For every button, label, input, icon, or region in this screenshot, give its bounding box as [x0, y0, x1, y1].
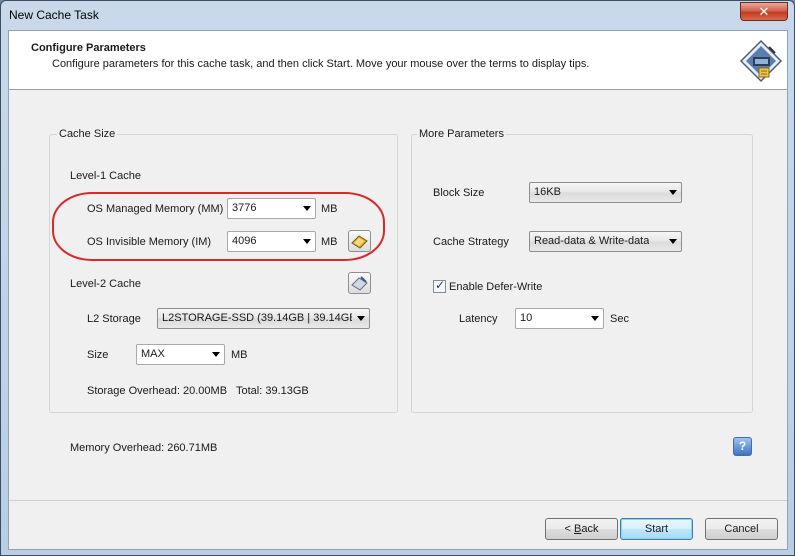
enable-defer-write-label[interactable]: Enable Defer-Write — [449, 281, 542, 293]
storage-settings-icon — [351, 276, 368, 291]
back-button-rest: ack — [581, 523, 599, 535]
size-label: Size — [87, 349, 109, 361]
dialog-client: Configure Parameters Configure parameter… — [8, 30, 788, 550]
footer-divider — [9, 500, 787, 501]
page-title: Configure Parameters — [31, 42, 146, 54]
back-button[interactable]: < Back — [545, 518, 618, 540]
size-value: MAX — [141, 348, 165, 360]
header-panel: Configure Parameters Configure parameter… — [9, 31, 787, 90]
level2-cache-label: Level-2 Cache — [70, 278, 141, 290]
chevron-down-icon — [669, 239, 677, 244]
window-title: New Cache Task — [9, 8, 99, 22]
title-bar: New Cache Task ✕ — [1, 1, 794, 31]
close-button[interactable]: ✕ — [740, 2, 788, 21]
cache-size-group-label: Cache Size — [57, 128, 118, 140]
cache-strategy-combo[interactable]: Read-data & Write-data — [529, 231, 682, 252]
level1-cache-label: Level-1 Cache — [70, 170, 141, 182]
cancel-button[interactable]: Cancel — [705, 518, 778, 540]
help-button[interactable]: ? — [733, 437, 752, 456]
cache-config-icon — [739, 39, 783, 83]
more-parameters-group — [411, 134, 753, 413]
latency-unit: Sec — [610, 313, 629, 325]
start-button[interactable]: Start — [620, 518, 693, 540]
cache-strategy-value: Read-data & Write-data — [534, 235, 650, 247]
level2-cache-settings-button[interactable] — [348, 272, 371, 294]
checkmark-icon: ✓ — [435, 278, 446, 292]
cache-strategy-label[interactable]: Cache Strategy — [433, 236, 509, 248]
chevron-down-icon — [669, 190, 677, 195]
enable-defer-write-checkbox[interactable]: ✓ — [433, 278, 446, 293]
l2-storage-value: L2STORAGE-SSD (39.14GB | 39.14GB F — [162, 312, 352, 324]
total-text: Total: 39.13GB — [236, 385, 309, 397]
window-frame: New Cache Task ✕ Configure Parameters Co… — [0, 0, 795, 556]
latency-value: 10 — [520, 312, 533, 324]
highlight-annotation — [52, 192, 385, 261]
back-button-prefix: < — [564, 523, 574, 535]
block-size-combo[interactable]: 16KB — [529, 182, 682, 203]
memory-overhead-text: Memory Overhead: 260.71MB — [70, 442, 218, 454]
l2-storage-label: L2 Storage — [87, 313, 141, 325]
page-subtitle: Configure parameters for this cache task… — [52, 58, 590, 70]
chevron-down-icon — [591, 316, 599, 321]
storage-overhead-text: Storage Overhead: 20.00MB — [87, 385, 228, 397]
l2-storage-combo[interactable]: L2STORAGE-SSD (39.14GB | 39.14GB F — [157, 308, 370, 329]
more-parameters-group-label: More Parameters — [417, 128, 506, 140]
latency-combo[interactable]: 10 — [515, 308, 604, 329]
block-size-label[interactable]: Block Size — [433, 187, 484, 199]
latency-label[interactable]: Latency — [459, 313, 498, 325]
block-size-value: 16KB — [534, 186, 561, 198]
size-combo[interactable]: MAX — [136, 344, 225, 365]
chevron-down-icon — [357, 316, 365, 321]
chevron-down-icon — [212, 352, 220, 357]
size-unit: MB — [231, 349, 248, 361]
